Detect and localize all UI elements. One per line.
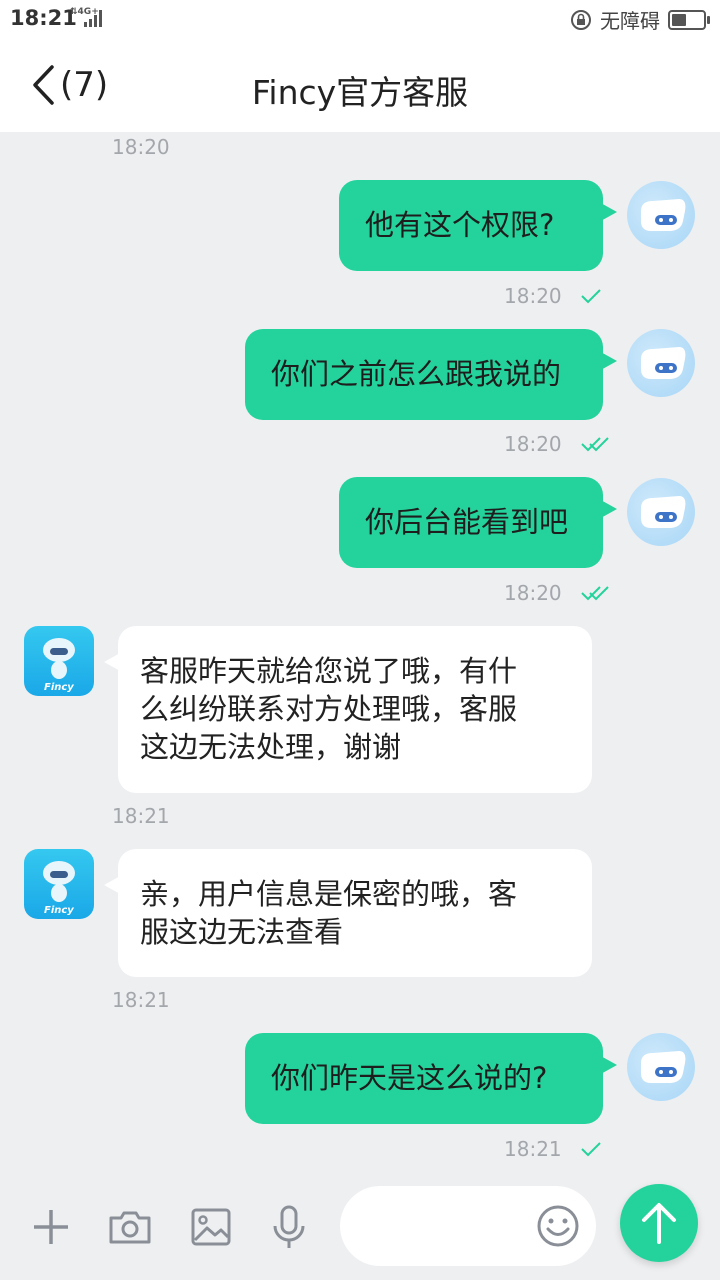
send-button[interactable]: [620, 1184, 698, 1262]
camera-button[interactable]: [107, 1204, 153, 1250]
check-icon: [580, 1142, 601, 1157]
message-timestamp: 18:21: [112, 804, 170, 828]
message-line: 服这边无法查看: [140, 915, 344, 949]
accessibility-label: 无障碍: [600, 9, 660, 33]
message-meta: 18:20: [504, 284, 602, 308]
message-meta: 18:20: [504, 581, 610, 605]
message-timestamp: 18:20: [112, 135, 170, 159]
page-title: Fincy官方客服: [251, 73, 469, 112]
image-button[interactable]: [188, 1204, 234, 1250]
microphone-icon: [273, 1205, 305, 1248]
voice-button[interactable]: [266, 1204, 312, 1250]
message-line: 亲，用户信息是保密的哦，客: [140, 877, 518, 911]
user-avatar[interactable]: [627, 181, 695, 249]
status-time: 18:21: [10, 6, 77, 30]
arrow-up-icon: [642, 1203, 676, 1244]
user-avatar[interactable]: [627, 478, 695, 546]
bot-logo-text: Fincy: [44, 682, 74, 693]
status-bar: 18:21 ⇅4G+ 无障碍: [0, 0, 720, 36]
chat-header: (7) Fincy官方客服: [0, 36, 720, 132]
message-text: 他有这个权限?: [365, 208, 555, 242]
message-timestamp: 18:20: [504, 284, 562, 308]
message-line: 么纠纷联系对方处理哦，客服: [140, 692, 518, 726]
outgoing-message[interactable]: 你们昨天是这么说的?: [245, 1033, 617, 1124]
battery-icon: [668, 9, 710, 30]
incoming-message[interactable]: 亲，用户信息是保密的哦，客 服这边无法查看: [104, 849, 592, 977]
message-timestamp: 18:21: [112, 988, 170, 1012]
message-input[interactable]: [340, 1186, 596, 1266]
outgoing-message[interactable]: 你后台能看到吧: [339, 477, 617, 568]
message-text: 你后台能看到吧: [365, 505, 569, 539]
bot-avatar[interactable]: Fincy: [24, 626, 94, 696]
double-check-icon: [580, 437, 609, 452]
outgoing-message[interactable]: 你们之前怎么跟我说的: [245, 329, 617, 420]
message-line: 这边无法处理，谢谢: [140, 730, 402, 764]
user-avatar[interactable]: [627, 329, 695, 397]
incoming-message[interactable]: 客服昨天就给您说了哦，有什 么纠纷联系对方处理哦，客服 这边无法处理，谢谢: [104, 626, 592, 793]
plus-button[interactable]: [28, 1204, 74, 1250]
signal-icon: ⇅4G+: [70, 4, 110, 32]
message-line: 客服昨天就给您说了哦，有什: [140, 654, 518, 688]
check-icon: [580, 289, 601, 304]
bot-logo-text: Fincy: [44, 905, 74, 916]
double-check-icon: [580, 586, 609, 601]
message-timestamp: 18:21: [504, 1137, 562, 1161]
user-avatar[interactable]: [627, 1033, 695, 1101]
image-icon: [191, 1208, 231, 1246]
outgoing-message[interactable]: 他有这个权限?: [339, 180, 617, 271]
camera-icon: [109, 1211, 151, 1244]
plus-icon: [34, 1210, 68, 1244]
message-text: 你们昨天是这么说的?: [271, 1061, 548, 1095]
lock-rotation-icon: [571, 9, 591, 30]
message-meta: 18:21: [504, 1137, 602, 1161]
message-text: 你们之前怎么跟我说的: [271, 357, 562, 391]
message-timestamp: 18:20: [504, 581, 562, 605]
emoji-icon[interactable]: [536, 1204, 580, 1248]
message-timestamp: 18:20: [504, 432, 562, 456]
message-meta: 18:20: [504, 432, 610, 456]
input-bar: [0, 1176, 720, 1280]
bot-avatar[interactable]: Fincy: [24, 849, 94, 919]
